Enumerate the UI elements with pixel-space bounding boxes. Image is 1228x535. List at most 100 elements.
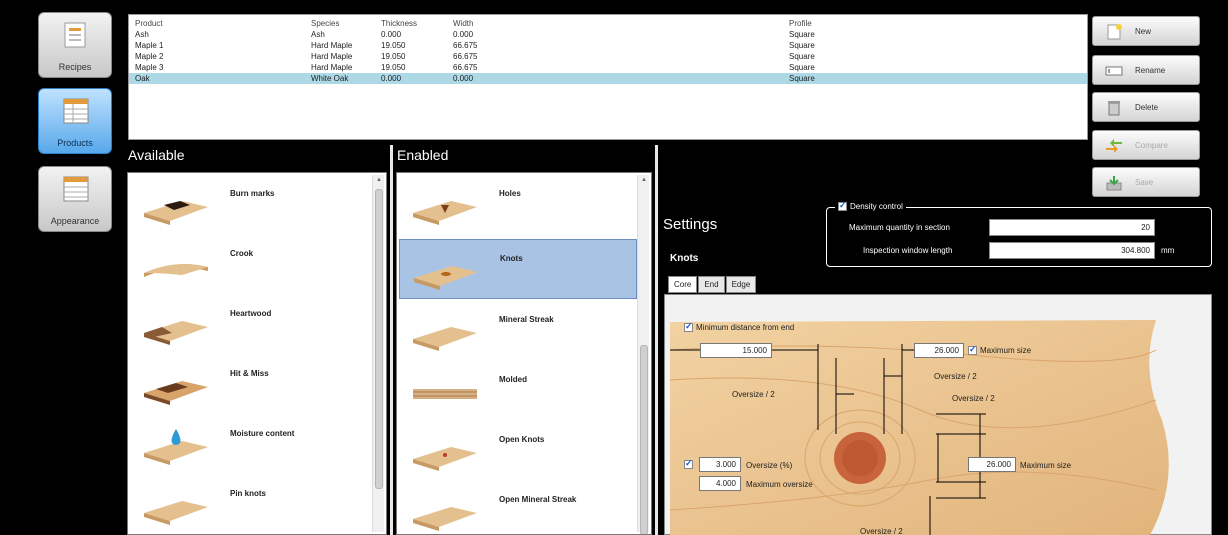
inspection-window-field[interactable]: 304.800 <box>989 242 1155 259</box>
new-button[interactable]: New <box>1092 16 1200 46</box>
scroll-up-icon[interactable]: ▲ <box>638 177 650 183</box>
rename-icon <box>1105 66 1123 76</box>
defect-name: Knots <box>670 253 699 264</box>
max-size-top-option: Maximum size <box>968 344 1032 355</box>
list-item-pin-knots[interactable]: Pin knots <box>130 475 368 534</box>
list-item-molded[interactable]: Molded <box>399 361 637 421</box>
enabled-header: Enabled <box>397 147 449 163</box>
table-row-selected[interactable]: Oak White Oak 0.000 0.000 Square <box>129 73 1087 84</box>
oversize-percent-label: Oversize (%) <box>746 461 793 470</box>
scrollbar-thumb[interactable] <box>375 189 383 489</box>
item-label: Heartwood <box>230 309 272 318</box>
list-item-burn-marks[interactable]: Burn marks <box>130 175 368 235</box>
compare-label: Compare <box>1135 141 1168 150</box>
list-item-moisture-content[interactable]: Moisture content <box>130 415 368 475</box>
table-row[interactable]: Maple 2 Hard Maple 19.050 66.675 Square <box>129 51 1087 62</box>
open-knots-icon <box>413 447 477 471</box>
item-label: Hit & Miss <box>230 369 269 378</box>
enabled-scrollbar[interactable]: ▲ <box>637 175 650 534</box>
item-label: Open Mineral Streak <box>499 495 577 504</box>
max-size-top-checkbox[interactable] <box>968 344 977 355</box>
list-item-mineral-streak[interactable]: Mineral Streak <box>399 301 637 361</box>
recipes-button[interactable]: Recipes <box>38 12 112 78</box>
save-button[interactable]: Save <box>1092 167 1200 197</box>
compare-arrows-icon <box>1106 139 1122 153</box>
tab-core[interactable]: Core <box>668 276 698 293</box>
cell-thickness: 19.050 <box>381 63 406 72</box>
oversize-checkbox[interactable] <box>684 458 693 469</box>
density-control-checkbox[interactable] <box>838 200 847 211</box>
max-oversize-label: Maximum oversize <box>746 480 813 489</box>
compare-button[interactable]: Compare <box>1092 130 1200 160</box>
list-item-holes[interactable]: Holes <box>399 175 637 235</box>
table-row[interactable]: Ash Ash 0.000 0.000 Square <box>129 29 1087 40</box>
item-label: Mineral Streak <box>499 315 554 324</box>
mineral-streak-icon <box>413 327 477 351</box>
cell-product: Oak <box>135 74 150 83</box>
column-header-species[interactable]: Species <box>311 19 339 28</box>
item-label: Holes <box>499 189 521 198</box>
max-size-top-label: Maximum size <box>980 346 1032 355</box>
max-oversize-field[interactable]: 4.000 <box>699 476 741 491</box>
max-size-right-label: Maximum size <box>1020 461 1072 470</box>
list-item-open-knots[interactable]: Open Knots <box>399 421 637 481</box>
cell-species: Hard Maple <box>311 52 353 61</box>
cell-width: 66.675 <box>453 52 478 61</box>
cell-product: Maple 2 <box>135 52 164 61</box>
min-distance-field[interactable]: 15.000 <box>700 343 772 358</box>
hit-miss-icon <box>144 381 208 405</box>
oversize-percent-field[interactable]: 3.000 <box>699 457 741 472</box>
list-item-heartwood[interactable]: Heartwood <box>130 295 368 355</box>
appearance-button[interactable]: Appearance <box>38 166 112 232</box>
column-header-width[interactable]: Width <box>453 19 473 28</box>
column-header-thickness[interactable]: Thickness <box>381 19 417 28</box>
min-distance-label: Minimum distance from end <box>696 323 795 332</box>
products-icon <box>63 98 89 124</box>
oversize-half-bottom-label: Oversize / 2 <box>860 527 903 535</box>
list-item-open-mineral-streak[interactable]: Open Mineral Streak <box>399 481 637 534</box>
column-header-profile[interactable]: Profile <box>789 19 812 28</box>
recipes-icon <box>64 22 86 48</box>
column-header-product[interactable]: Product <box>135 19 163 28</box>
heartwood-icon <box>144 321 208 345</box>
divider <box>390 145 393 535</box>
item-label: Knots <box>500 254 523 263</box>
list-item-knots[interactable]: Knots <box>399 239 637 299</box>
pin-knots-icon <box>144 501 208 525</box>
tab-edge[interactable]: Edge <box>725 276 757 293</box>
scroll-up-icon[interactable]: ▲ <box>373 177 385 183</box>
max-size-right-field[interactable]: 26.000 <box>968 457 1016 472</box>
save-icon <box>1106 176 1122 191</box>
delete-button[interactable]: Delete <box>1092 92 1200 122</box>
available-header: Available <box>128 147 185 163</box>
cell-thickness: 0.000 <box>381 30 402 39</box>
enabled-list: Holes Knots Mineral Streak Molded Open K… <box>396 172 652 535</box>
list-item-crook[interactable]: Crook <box>130 235 368 295</box>
cell-profile: Square <box>789 52 815 61</box>
table-row[interactable]: Maple 3 Hard Maple 19.050 66.675 Square <box>129 62 1087 73</box>
item-label: Open Knots <box>499 435 545 444</box>
left-rail: Recipes Products Appearance <box>0 0 120 535</box>
open-mineral-streak-icon <box>413 507 477 531</box>
oversize-half-label: Oversize / 2 <box>952 394 995 403</box>
settings-tabs: Core End Edge <box>668 276 757 293</box>
products-button[interactable]: Products <box>38 88 112 154</box>
list-item-hit-miss[interactable]: Hit & Miss <box>130 355 368 415</box>
table-header: Product Species Thickness Width Profile <box>129 18 1087 29</box>
new-label: New <box>1135 27 1152 36</box>
min-distance-checkbox[interactable] <box>684 321 693 332</box>
tab-end[interactable]: End <box>698 276 725 293</box>
rename-button[interactable]: Rename <box>1092 55 1200 85</box>
table-row[interactable]: Maple 1 Hard Maple 19.050 66.675 Square <box>129 40 1087 51</box>
max-size-top-field[interactable]: 26.000 <box>914 343 964 358</box>
cell-product: Ash <box>135 30 149 39</box>
item-label: Pin knots <box>230 489 267 498</box>
save-label: Save <box>1135 178 1154 187</box>
cell-species: Ash <box>311 30 325 39</box>
max-quantity-field[interactable]: 20 <box>989 219 1155 236</box>
crook-icon <box>144 264 208 277</box>
trash-icon <box>1108 101 1120 116</box>
new-document-icon <box>1107 24 1122 40</box>
scrollbar-thumb[interactable] <box>640 345 648 534</box>
available-scrollbar[interactable]: ▲ <box>372 175 384 532</box>
